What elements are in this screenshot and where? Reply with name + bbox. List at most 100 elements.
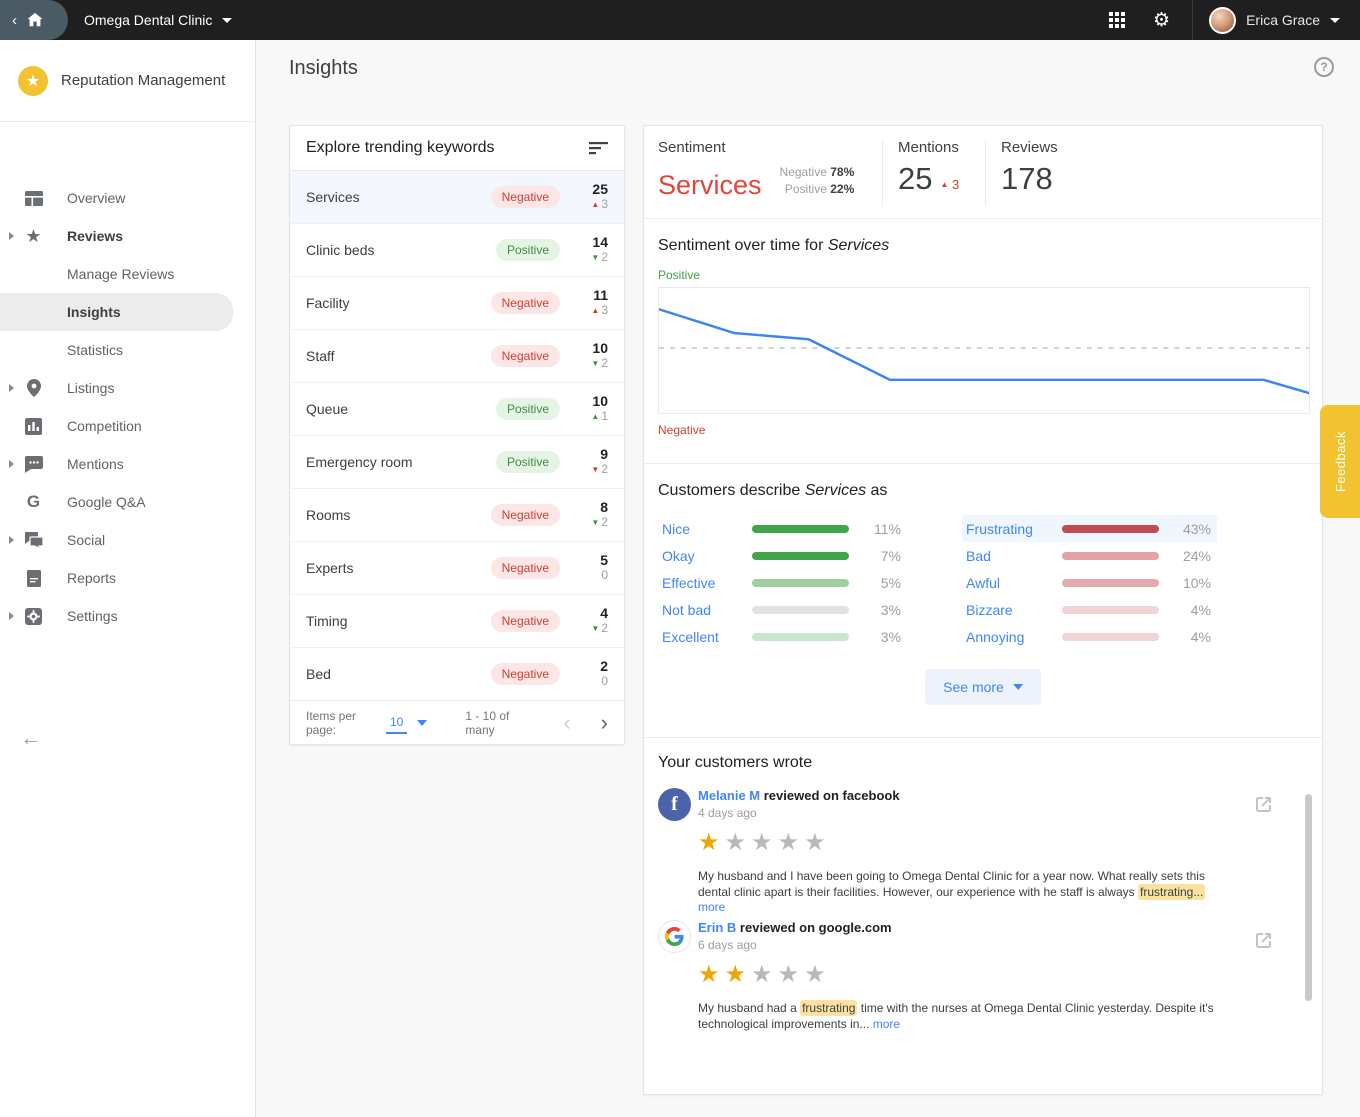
keyword-label: Bed bbox=[306, 666, 491, 682]
sentiment-badge: Positive bbox=[496, 451, 560, 473]
chevron-down-icon bbox=[1013, 684, 1023, 690]
descriptor-link[interactable]: Excellent bbox=[658, 629, 744, 645]
sidebar-item-insights[interactable]: Insights bbox=[0, 293, 233, 331]
home-block[interactable]: ‹ bbox=[0, 0, 68, 40]
sidebar-item-listings[interactable]: Listings bbox=[0, 369, 256, 407]
chevron-down-icon[interactable] bbox=[417, 720, 427, 726]
collapse-sidebar-arrow-icon[interactable]: ← bbox=[20, 725, 42, 751]
summary-divider bbox=[882, 140, 883, 206]
page-title: Insights bbox=[289, 57, 358, 80]
keyword-row[interactable]: Clinic beds Positive 14 ▼2 bbox=[290, 223, 624, 276]
map-pin-icon bbox=[24, 379, 43, 398]
reviews-scrollbar[interactable] bbox=[1305, 794, 1312, 1001]
sidebar-item-social[interactable]: Social bbox=[0, 521, 256, 559]
sentiment-chart-title: Sentiment over time for Services bbox=[658, 237, 889, 255]
sidebar-item-label: Statistics bbox=[67, 342, 123, 358]
keyword-row[interactable]: Queue Positive 10 ▲1 bbox=[290, 382, 624, 435]
keyword-row[interactable]: Emergency room Positive 9 ▼2 bbox=[290, 435, 624, 488]
sentiment-badge: Negative bbox=[491, 186, 560, 208]
review-source: reviewed on google.com bbox=[740, 920, 892, 935]
expand-caret-icon[interactable] bbox=[9, 536, 14, 544]
sidebar-item-mentions[interactable]: Mentions bbox=[0, 445, 256, 483]
descriptor-link[interactable]: Annoying bbox=[962, 629, 1054, 645]
reviewer-name-link[interactable]: Erin B bbox=[698, 920, 736, 935]
descriptor-bar bbox=[1062, 633, 1159, 641]
reviewer-name-link[interactable]: Melanie M bbox=[698, 788, 760, 803]
descriptor-pct: 4% bbox=[1171, 629, 1217, 645]
sidebar-item-reviews[interactable]: ★ Reviews bbox=[0, 217, 256, 255]
sidebar-item-label: Competition bbox=[67, 418, 142, 434]
open-external-icon[interactable] bbox=[1253, 930, 1274, 951]
descriptor-link[interactable]: Not bad bbox=[658, 602, 744, 618]
social-bubbles-icon bbox=[24, 531, 43, 550]
sidebar-item-settings[interactable]: Settings bbox=[0, 597, 256, 635]
sidebar-item-google-qa[interactable]: G Google Q&A bbox=[0, 483, 256, 521]
sort-icon[interactable] bbox=[589, 142, 608, 155]
sidebar-item-label: Listings bbox=[67, 380, 114, 396]
sidebar-item-overview[interactable]: Overview bbox=[0, 179, 256, 217]
sentiment-badge: Negative bbox=[491, 610, 560, 632]
descriptor-row: Bad 24% bbox=[962, 542, 1217, 569]
sidebar-item-manage-reviews[interactable]: Manage Reviews bbox=[0, 255, 256, 293]
home-icon[interactable] bbox=[25, 10, 45, 30]
bar-chart-icon bbox=[24, 417, 43, 436]
open-external-icon[interactable] bbox=[1253, 794, 1274, 815]
descriptor-pct: 24% bbox=[1171, 548, 1217, 564]
expand-caret-icon[interactable] bbox=[9, 384, 14, 392]
next-page-icon[interactable]: › bbox=[601, 712, 608, 734]
help-icon[interactable]: ? bbox=[1314, 57, 1334, 77]
keyword-count-block: 25 ▲3 bbox=[576, 182, 608, 212]
descriptor-link[interactable]: Effective bbox=[658, 575, 744, 591]
keyword-label: Emergency room bbox=[306, 454, 496, 470]
keyword-row[interactable]: Facility Negative 11 ▲3 bbox=[290, 276, 624, 329]
trend-arrow-icon: ▼ bbox=[591, 253, 599, 262]
keyword-row[interactable]: Experts Negative 5 0 bbox=[290, 541, 624, 594]
keyword-row[interactable]: Timing Negative 4 ▼2 bbox=[290, 594, 624, 647]
descriptor-link[interactable]: Bizzare bbox=[962, 602, 1054, 618]
keyword-row[interactable]: Bed Negative 2 0 bbox=[290, 647, 624, 700]
reviews-value: 178 bbox=[1001, 162, 1058, 196]
review-text: My husband and I have been going to Omeg… bbox=[698, 869, 1236, 916]
items-per-page-select[interactable]: 10 bbox=[386, 713, 407, 734]
trend-arrow-icon: ▲ bbox=[591, 200, 599, 209]
back-chevron-icon[interactable]: ‹ bbox=[12, 13, 17, 28]
keyword-row[interactable]: Rooms Negative 8 ▼2 bbox=[290, 488, 624, 541]
expand-caret-icon[interactable] bbox=[9, 612, 14, 620]
keyword-count-block: 4 ▼2 bbox=[576, 606, 608, 636]
apps-grid-icon[interactable] bbox=[1109, 12, 1125, 28]
sentiment-percentages: Negative 78% Positive 22% bbox=[780, 164, 855, 200]
keyword-label: Clinic beds bbox=[306, 242, 496, 258]
keyword-count-block: 2 0 bbox=[576, 659, 608, 689]
sidebar-item-reports[interactable]: Reports bbox=[0, 559, 256, 597]
feedback-tab[interactable]: Feedback bbox=[1320, 405, 1360, 518]
descriptor-link[interactable]: Awful bbox=[962, 575, 1054, 591]
descriptor-link[interactable]: Frustrating bbox=[962, 521, 1054, 537]
expand-caret-icon[interactable] bbox=[9, 460, 14, 468]
expand-caret-icon[interactable] bbox=[9, 232, 14, 240]
descriptor-pct: 3% bbox=[861, 602, 907, 618]
keywords-pagination: Items per page: 10 1 - 10 of many ‹ › bbox=[290, 700, 624, 745]
more-link[interactable]: more bbox=[873, 1017, 900, 1031]
sentiment-line bbox=[659, 309, 1309, 393]
descriptor-link[interactable]: Bad bbox=[962, 548, 1054, 564]
insights-detail-card: Sentiment Services Negative 78% Positive… bbox=[643, 125, 1323, 1095]
sentiment-badge: Positive bbox=[496, 398, 560, 420]
descriptor-link[interactable]: Okay bbox=[658, 548, 744, 564]
sentiment-line-chart bbox=[658, 287, 1310, 414]
keyword-row[interactable]: Staff Negative 10 ▼2 bbox=[290, 329, 624, 382]
previous-page-icon[interactable]: ‹ bbox=[563, 712, 570, 734]
sidebar-item-statistics[interactable]: Statistics bbox=[0, 331, 256, 369]
facebook-icon: f bbox=[658, 788, 691, 821]
settings-gear-icon[interactable]: ⚙ bbox=[1153, 11, 1170, 30]
more-link[interactable]: more bbox=[698, 900, 725, 914]
review-text: My husband had a frustrating time with t… bbox=[698, 1001, 1236, 1032]
user-menu[interactable]: Erica Grace bbox=[1193, 7, 1360, 34]
descriptor-link[interactable]: Nice bbox=[658, 521, 744, 537]
keyword-row[interactable]: Services Negative 25 ▲3 bbox=[290, 170, 624, 223]
sidebar-item-competition[interactable]: Competition bbox=[0, 407, 256, 445]
star-rating: ★★★★★ bbox=[698, 962, 1278, 988]
descriptors-title: Customers describe Services as bbox=[658, 482, 887, 500]
keyword-label: Facility bbox=[306, 295, 491, 311]
account-switcher[interactable]: Omega Dental Clinic bbox=[84, 0, 232, 40]
see-more-button[interactable]: See more bbox=[925, 669, 1041, 705]
